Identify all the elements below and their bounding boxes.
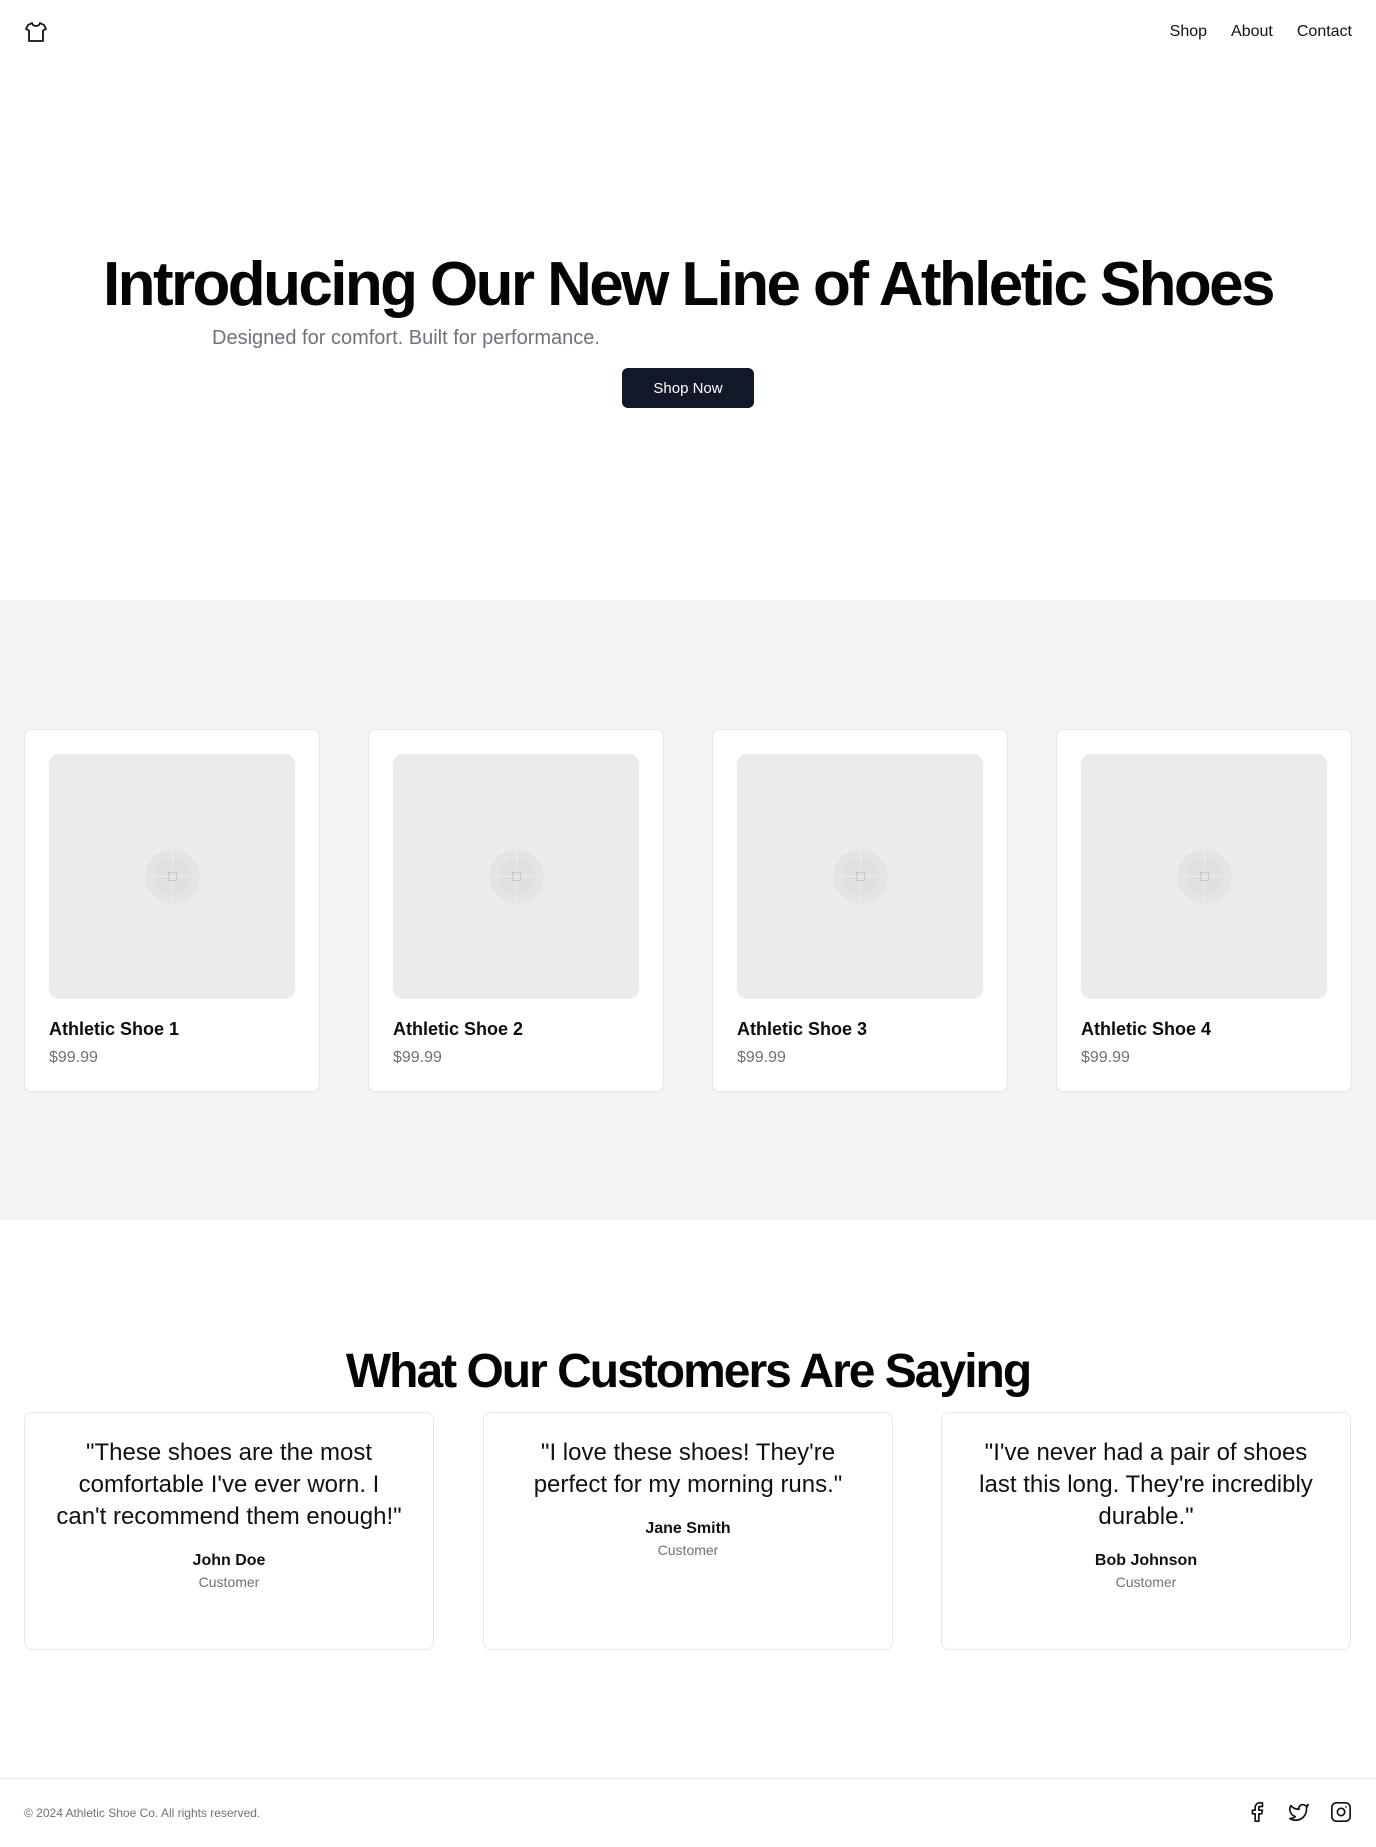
- testimonial-card: "These shoes are the most comfortable I'…: [24, 1412, 434, 1650]
- copyright-text: © 2024 Athletic Shoe Co. All rights rese…: [24, 1806, 261, 1820]
- product-price: $99.99: [1081, 1049, 1130, 1066]
- testimonial-role: Customer: [1115, 1574, 1177, 1590]
- testimonials-title: What Our Customers Are Saying: [345, 1345, 1032, 1398]
- testimonial-author: Jane Smith: [645, 1520, 731, 1537]
- product-image: [49, 754, 295, 999]
- testimonials-section: What Our Customers Are Saying "These sho…: [0, 1220, 1376, 1778]
- main-nav: Shop About Contact: [1170, 20, 1352, 44]
- shirt-icon[interactable]: [24, 20, 48, 44]
- image-placeholder-icon: [489, 849, 544, 904]
- products-section: Athletic Shoe 1 $99.99 Athletic Shoe 2 $…: [0, 600, 1376, 1220]
- product-price: $99.99: [737, 1049, 786, 1066]
- product-price: $99.99: [49, 1049, 98, 1066]
- testimonial-card: "I love these shoes! They're perfect for…: [483, 1412, 893, 1650]
- instagram-icon[interactable]: [1330, 1801, 1352, 1823]
- product-card[interactable]: Athletic Shoe 4 $99.99: [1056, 729, 1352, 1092]
- testimonial-role: Customer: [657, 1542, 719, 1558]
- facebook-icon[interactable]: [1246, 1801, 1268, 1823]
- product-price: $99.99: [393, 1049, 442, 1066]
- shop-now-button[interactable]: Shop Now: [622, 368, 754, 408]
- testimonial-card: "I've never had a pair of shoes last thi…: [941, 1412, 1351, 1650]
- product-card[interactable]: Athletic Shoe 2 $99.99: [368, 729, 664, 1092]
- testimonial-quote: "I've never had a pair of shoes last thi…: [979, 1439, 1313, 1530]
- image-placeholder-icon: [1177, 849, 1232, 904]
- product-card[interactable]: Athletic Shoe 1 $99.99: [24, 729, 320, 1092]
- nav-shop[interactable]: Shop: [1170, 20, 1207, 44]
- product-image: [1081, 754, 1327, 999]
- product-name: Athletic Shoe 1: [49, 1019, 180, 1039]
- testimonial-author: Bob Johnson: [1094, 1552, 1198, 1569]
- testimonial-quote: "These shoes are the most comfortable I'…: [56, 1439, 402, 1530]
- social-links: [1246, 1801, 1352, 1823]
- product-image: [737, 754, 983, 999]
- image-placeholder-icon: [833, 849, 888, 904]
- twitter-icon[interactable]: [1288, 1801, 1310, 1823]
- hero-section: Introducing Our New Line of Athletic Sho…: [0, 64, 1376, 600]
- nav-about[interactable]: About: [1231, 20, 1273, 44]
- nav-contact[interactable]: Contact: [1297, 20, 1352, 44]
- testimonial-author: John Doe: [192, 1552, 266, 1569]
- site-footer: © 2024 Athletic Shoe Co. All rights rese…: [0, 1778, 1376, 1847]
- hero-subtitle: Designed for comfort. Built for performa…: [212, 327, 600, 349]
- product-name: Athletic Shoe 4: [1081, 1019, 1212, 1039]
- product-image: [393, 754, 639, 999]
- product-name: Athletic Shoe 2: [393, 1019, 524, 1039]
- product-card[interactable]: Athletic Shoe 3 $99.99: [712, 729, 1008, 1092]
- product-name: Athletic Shoe 3: [737, 1019, 868, 1039]
- hero-title: Introducing Our New Line of Athletic Sho…: [103, 250, 1275, 319]
- testimonial-quote: "I love these shoes! They're perfect for…: [533, 1439, 843, 1498]
- testimonial-role: Customer: [198, 1574, 260, 1590]
- image-placeholder-icon: [145, 849, 200, 904]
- site-header: Shop About Contact: [0, 0, 1376, 64]
